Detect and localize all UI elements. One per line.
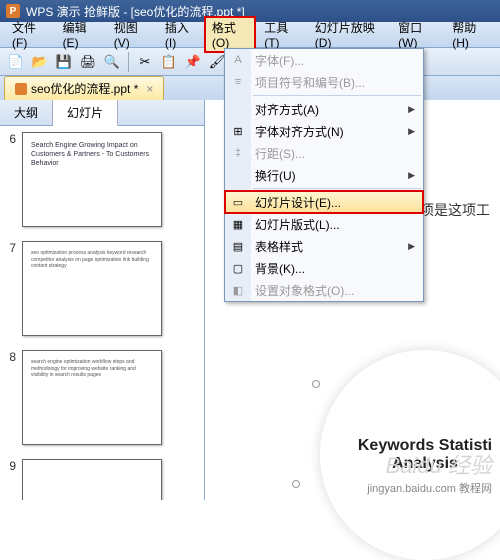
menu-item: ‡ 行距(S)...	[225, 142, 423, 164]
menubar: 文件(F) 编辑(E) 视图(V) 插入(I) 格式(O) 工具(T) 幻灯片放…	[0, 22, 500, 48]
menu-item[interactable]: ▢ 背景(K)...	[225, 257, 423, 279]
connector-dot	[292, 480, 300, 488]
slide-preview: Search Engine Growing Impact on Customer…	[22, 132, 162, 227]
close-icon[interactable]: ×	[146, 82, 153, 96]
thumbnail[interactable]: 8search engine optimization workflow ste…	[6, 350, 198, 445]
menu-item-icon: ▢	[230, 260, 246, 276]
watermark: Baidu 经验	[386, 448, 492, 480]
menu-item-icon: ▭	[230, 194, 246, 210]
slide-preview: seo optimization process analysis keywor…	[22, 241, 162, 336]
submenu-arrow-icon: ▶	[408, 104, 415, 115]
submenu-arrow-icon: ▶	[408, 241, 415, 252]
separator	[128, 52, 129, 72]
menu-item: ≡ 项目符号和编号(B)...	[225, 71, 423, 93]
slide-number: 6	[6, 132, 22, 227]
thumbnail[interactable]: 7seo optimization process analysis keywo…	[6, 241, 198, 336]
menu-item[interactable]: ▤ 表格样式 ▶	[225, 235, 423, 257]
thumbnail[interactable]: 9	[6, 459, 198, 500]
tab-slides[interactable]: 幻灯片	[53, 100, 118, 126]
menu-file[interactable]: 文件(F)	[4, 16, 55, 53]
panel-tabs: 大纲 幻灯片	[0, 100, 204, 126]
new-icon[interactable]: 📄	[6, 52, 26, 72]
print-icon[interactable]: 🖨	[78, 52, 98, 72]
save-icon[interactable]: 💾	[54, 52, 74, 72]
menu-item-icon: ▤	[230, 238, 246, 254]
menu-item-icon: ⊞	[230, 123, 246, 139]
slide-number: 9	[6, 459, 22, 500]
format-menu-dropdown: A 字体(F)... ≡ 项目符号和编号(B)... 对齐方式(A) ▶ ⊞ 字体对齐方式(N…	[224, 48, 424, 302]
menu-item: ◧ 设置对象格式(O)...	[225, 279, 423, 301]
menu-item-label: 对齐方式(A)	[255, 101, 319, 118]
menu-item-icon: ▦	[230, 216, 246, 232]
menu-item-label: 字体(F)...	[255, 52, 304, 69]
copy-icon[interactable]: 📋	[159, 52, 179, 72]
watermark-url: jingyan.baidu.com 教程网	[367, 480, 492, 496]
cut-icon[interactable]: ✂	[135, 52, 155, 72]
menu-item[interactable]: ⊞ 字体对齐方式(N) ▶	[225, 120, 423, 142]
submenu-arrow-icon: ▶	[408, 126, 415, 137]
tab-label: seo优化的流程.ppt *	[31, 80, 138, 97]
menu-item[interactable]: 对齐方式(A) ▶	[225, 98, 423, 120]
menu-item-icon	[230, 101, 246, 117]
menu-item-label: 设置对象格式(O)...	[255, 282, 354, 299]
document-tab[interactable]: seo优化的流程.ppt * ×	[4, 76, 164, 100]
menu-item-label: 项目符号和编号(B)...	[255, 74, 365, 91]
slide-number: 7	[6, 241, 22, 336]
open-icon[interactable]: 📂	[30, 52, 50, 72]
menu-item-label: 背景(K)...	[255, 260, 305, 277]
slide-panel: 大纲 幻灯片 6Search Engine Growing Impact on …	[0, 100, 205, 500]
preview-icon[interactable]: 🔍	[102, 52, 122, 72]
slide-preview	[22, 459, 162, 500]
menu-help[interactable]: 帮助(H)	[444, 16, 496, 53]
slide-preview: search engine optimization workflow step…	[22, 350, 162, 445]
slide-number: 8	[6, 350, 22, 445]
menu-item: A 字体(F)...	[225, 49, 423, 71]
menu-insert[interactable]: 插入(I)	[157, 16, 204, 53]
menu-item[interactable]: 换行(U) ▶	[225, 164, 423, 186]
menu-item-label: 幻灯片设计(E)...	[255, 194, 341, 211]
thumbnails: 6Search Engine Growing Impact on Custome…	[0, 126, 204, 500]
thumbnail[interactable]: 6Search Engine Growing Impact on Custome…	[6, 132, 198, 227]
menu-item-label: 字体对齐方式(N)	[255, 123, 344, 140]
ppt-icon	[15, 83, 27, 95]
tab-outline[interactable]: 大纲	[0, 100, 53, 125]
paste-icon[interactable]: 📌	[183, 52, 203, 72]
menu-item-label: 换行(U)	[255, 167, 296, 184]
menu-item[interactable]: ▭ 幻灯片设计(E)...	[225, 191, 423, 213]
menu-item-label: 幻灯片版式(L)...	[255, 216, 340, 233]
menu-item-icon: ◧	[230, 282, 246, 298]
menu-item-icon: ‡	[230, 145, 246, 161]
submenu-arrow-icon: ▶	[408, 170, 415, 181]
menu-item-icon	[230, 167, 246, 183]
menu-view[interactable]: 视图(V)	[106, 16, 157, 53]
menu-item[interactable]: ▦ 幻灯片版式(L)...	[225, 213, 423, 235]
menu-item-label: 行距(S)...	[255, 145, 305, 162]
menu-item-icon: ≡	[230, 74, 246, 90]
menu-item-icon: A	[230, 52, 246, 68]
menu-item-label: 表格样式	[255, 238, 303, 255]
connector-dot	[312, 380, 320, 388]
menu-edit[interactable]: 编辑(E)	[55, 16, 106, 53]
